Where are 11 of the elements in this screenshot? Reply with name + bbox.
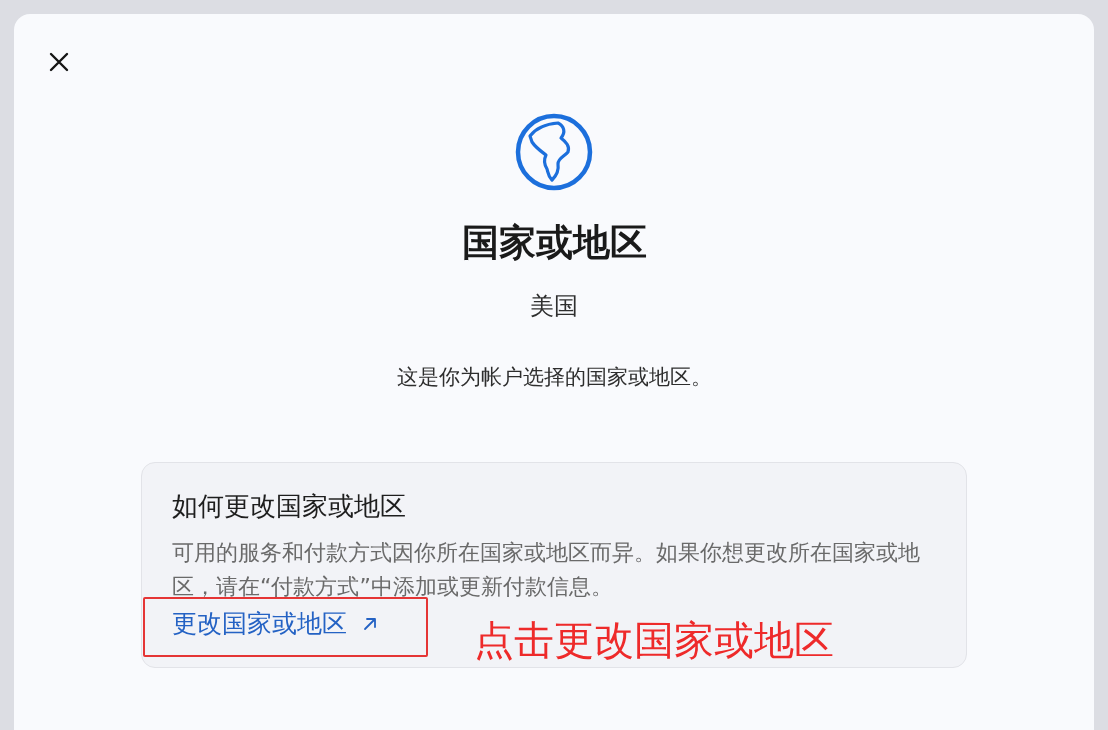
region-value: 美国	[530, 291, 578, 322]
dialog-title: 国家或地区	[461, 220, 647, 266]
diagonal-arrow-icon	[363, 617, 377, 631]
change-region-link[interactable]: 更改国家或地区	[172, 608, 377, 640]
card-body-text: 可用的服务和付款方式因你所在国家或地区而异。如果你想更改所在国家或地区，请在“付款方式”中添加或更新付款信息。	[172, 539, 921, 601]
card-title: 如何更改国家或地区	[172, 490, 407, 523]
description-text: 这是你为帐户选择的国家或地区。	[396, 364, 712, 391]
globe-icon	[514, 112, 594, 192]
close-button[interactable]	[49, 52, 69, 72]
close-icon	[49, 52, 69, 72]
annotation-text: 点击更改国家或地区	[474, 617, 834, 663]
